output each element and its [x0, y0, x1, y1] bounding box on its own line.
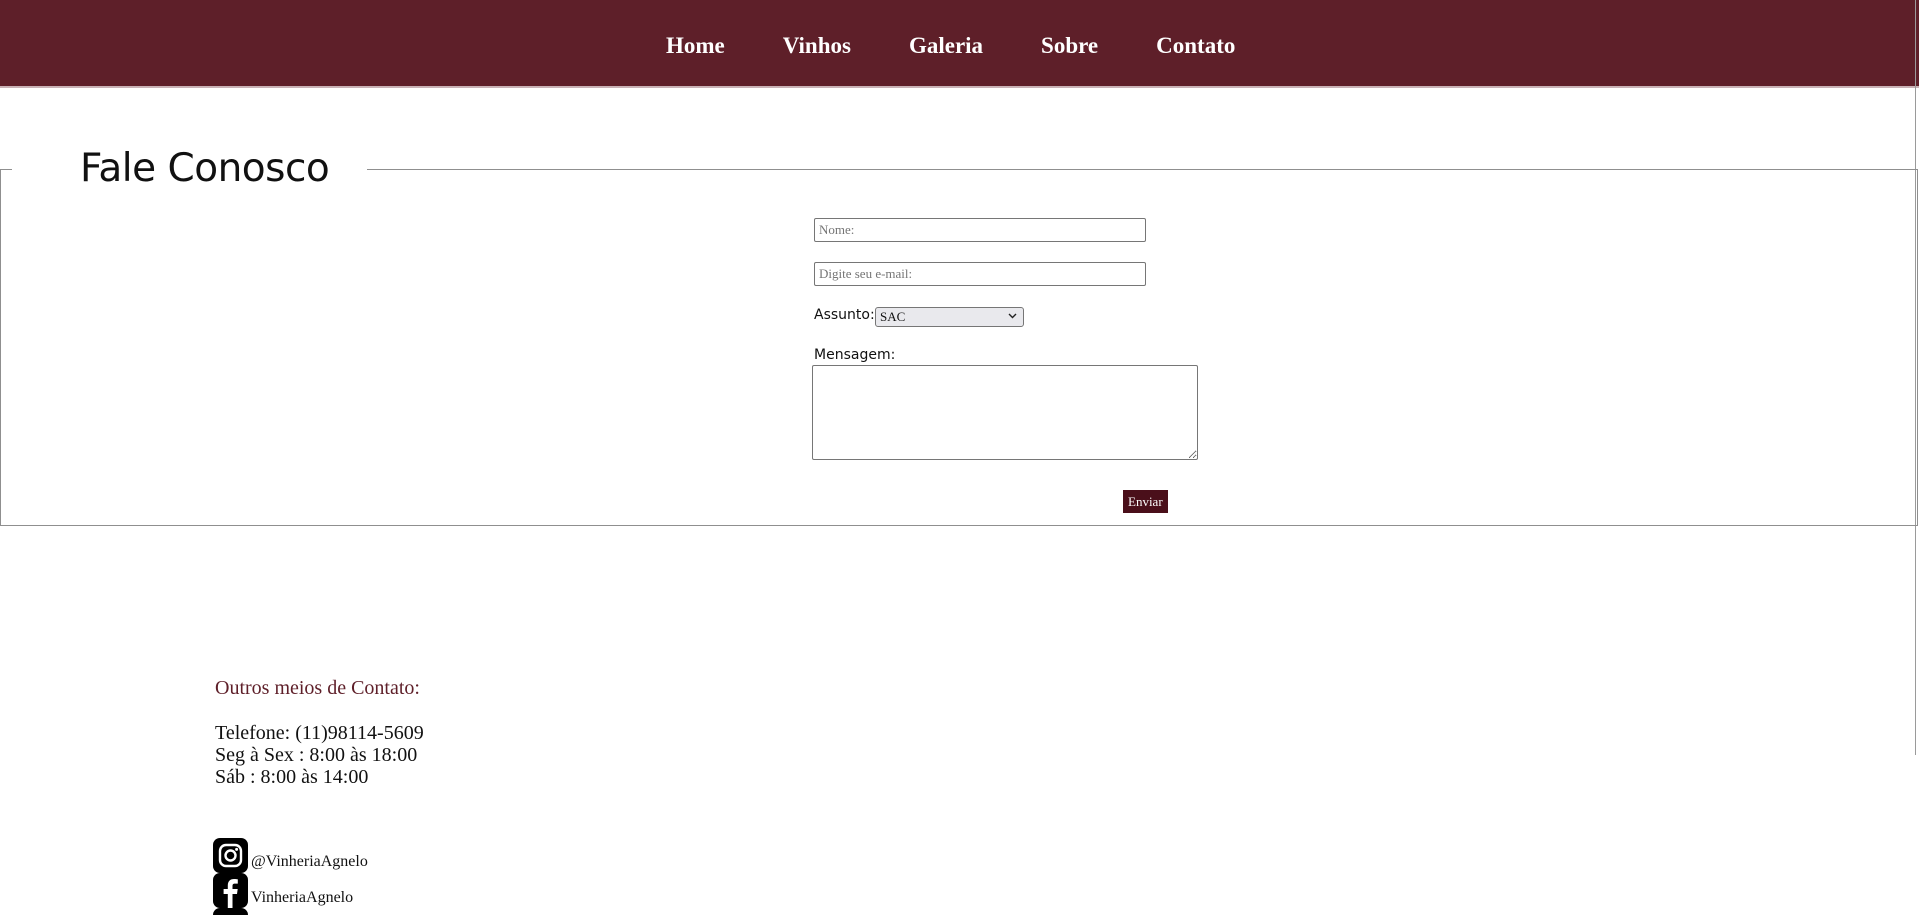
email-input[interactable] — [814, 262, 1146, 286]
subject-selected-value: SAC — [880, 309, 906, 324]
facebook-handle[interactable]: VinheriaAgnelo — [251, 889, 353, 907]
instagram-handle[interactable]: @VinheriaAgnelo — [251, 853, 368, 871]
saturday-hours: Sáb : 8:00 às 14:00 — [215, 766, 369, 788]
nav-link-vinhos[interactable]: Vinhos — [783, 33, 851, 58]
nav-item-home: Home — [666, 33, 725, 59]
nav-link-contato[interactable]: Contato — [1156, 33, 1235, 58]
nav-item-galeria: Galeria — [909, 33, 983, 59]
send-button[interactable]: Enviar — [1123, 490, 1168, 513]
top-navigation: Home Vinhos Galeria Sobre Contato — [0, 0, 1919, 88]
message-textarea[interactable] — [812, 365, 1198, 460]
subject-label: Assunto: — [814, 307, 875, 323]
phone-number: Telefone: (11)98114-5609 — [215, 722, 424, 744]
nav-item-contato: Contato — [1156, 33, 1235, 59]
nav-item-sobre: Sobre — [1041, 33, 1098, 59]
other-contact-heading: Outros meios de Contato: — [215, 677, 420, 699]
form-legend-title: Fale Conosco — [80, 146, 330, 191]
nav-menu: Home Vinhos Galeria Sobre Contato — [666, 33, 1235, 59]
nav-item-vinhos: Vinhos — [783, 33, 851, 59]
weekday-hours: Seg à Sex : 8:00 às 18:00 — [215, 744, 418, 766]
message-label: Mensagem: — [814, 347, 896, 363]
social-icon[interactable] — [213, 908, 248, 915]
nav-link-home[interactable]: Home — [666, 33, 725, 58]
name-input[interactable] — [814, 218, 1146, 242]
subject-select[interactable]: SAC — [875, 307, 1024, 327]
facebook-icon[interactable] — [213, 873, 248, 908]
nav-link-sobre[interactable]: Sobre — [1041, 33, 1098, 58]
nav-link-galeria[interactable]: Galeria — [909, 33, 983, 58]
chevron-down-icon — [1008, 313, 1017, 319]
instagram-icon[interactable] — [213, 838, 248, 873]
